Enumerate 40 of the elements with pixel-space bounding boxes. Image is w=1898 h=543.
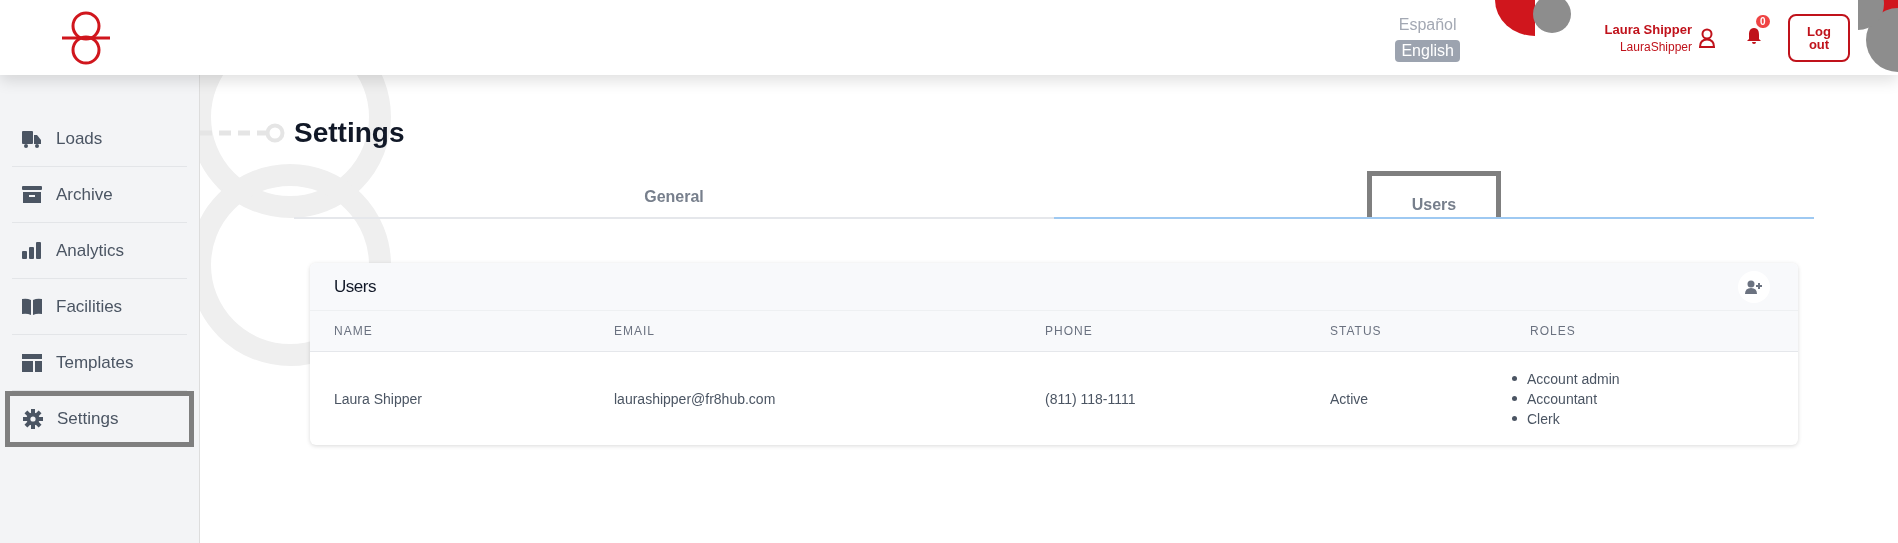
table-cell: Laura Shipper [334,390,422,407]
add-user-icon [1745,279,1763,294]
sidebar-item[interactable]: Templates [12,335,187,391]
column-header: NAME [334,324,374,338]
layout-icon [22,353,42,372]
table-cell: laurashipper@fr8hub.com [614,390,776,407]
page-title: Settings [294,117,405,149]
column-header: STATUS [1330,324,1383,338]
tab[interactable]: General [604,171,744,217]
user-icon[interactable] [1698,27,1716,48]
column-header: PHONE [1045,324,1094,338]
bullet-icon [1512,416,1517,421]
table-cell: (811) 118-1111 [1045,390,1136,407]
role-item: Accountant [1527,389,1598,409]
logout-button[interactable]: Log out [1788,13,1850,62]
column-header: ROLES [1530,324,1577,338]
bar-chart-icon [22,241,42,260]
sidebar-item[interactable]: Analytics [12,223,187,279]
user-login: LauraShipper [1619,39,1692,54]
sidebar-item[interactable]: Archive [12,167,187,223]
sidebar-item[interactable]: Settings [5,391,194,447]
column-header: EMAIL [614,324,656,338]
card-title: Users [334,276,376,297]
settings-icon [23,409,43,429]
bell-icon[interactable] [1746,26,1762,45]
user-name: Laura Shipper [1604,21,1692,37]
add-user-button[interactable] [1738,270,1770,303]
notification-count-badge: 0 [1756,14,1770,28]
sidebar-item[interactable]: Facilities [12,279,187,335]
role-item: Clerk [1527,409,1560,429]
archive-box-icon [22,185,42,204]
role-item: Account admin [1527,369,1620,389]
logo-icon [60,10,112,65]
table-cell: Active [1330,390,1369,407]
truck-icon [22,129,42,148]
bullet-icon [1512,396,1517,401]
sidebar-item[interactable]: Loads [12,111,187,167]
bullet-icon [1512,376,1517,381]
open-book-icon [22,297,42,316]
tab[interactable]: Users [1366,171,1502,217]
